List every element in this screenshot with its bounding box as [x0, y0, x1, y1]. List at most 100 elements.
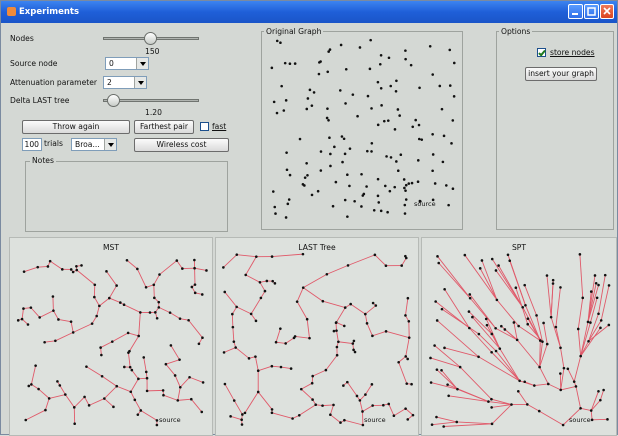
tree-node	[504, 328, 507, 331]
tree-edge	[363, 406, 373, 412]
tree-node	[559, 346, 562, 349]
wireless-cost-button[interactable]: Wireless cost	[134, 138, 229, 152]
store-nodes-checkbox[interactable]	[537, 48, 546, 57]
tree-node	[606, 418, 609, 421]
nodes-slider-thumb[interactable]	[144, 32, 157, 45]
nodes-label: Nodes	[10, 34, 34, 43]
graph-node	[344, 199, 347, 202]
notes-area[interactable]: Notes	[25, 161, 228, 232]
graph-node	[276, 40, 279, 43]
title-bar: Experiments	[1, 1, 617, 23]
tree-node	[43, 341, 46, 344]
close-button[interactable]	[600, 4, 614, 19]
graph-node	[452, 187, 455, 190]
tree-node	[157, 301, 160, 304]
chevron-down-icon[interactable]	[134, 77, 146, 88]
broadcast-value: Broa...	[75, 140, 100, 149]
tree-node	[296, 300, 299, 303]
fast-checkbox[interactable]	[200, 122, 209, 131]
tree-node	[343, 325, 346, 328]
tree-node	[57, 318, 60, 321]
tree-edge	[539, 411, 563, 425]
tree-node	[408, 336, 411, 339]
tree-node	[435, 416, 438, 419]
tree-edge	[40, 311, 54, 318]
tree-node	[491, 258, 494, 261]
tree-edge	[500, 349, 520, 381]
tree-node	[170, 344, 173, 347]
tree-edge	[517, 340, 539, 367]
graph-node	[410, 64, 413, 67]
graph-node	[377, 124, 380, 127]
tree-node	[165, 363, 168, 366]
tree-edge	[389, 404, 394, 416]
graph-node	[441, 108, 444, 111]
tree-edge	[326, 355, 337, 370]
tree-edge	[276, 329, 280, 343]
mst-panel: MST source	[9, 237, 213, 436]
chevron-down-icon[interactable]	[136, 58, 148, 69]
graph-node	[393, 186, 396, 189]
tree-node	[271, 411, 274, 414]
tree-node	[223, 351, 226, 354]
chevron-down-icon[interactable]	[104, 139, 116, 150]
source-node-combo[interactable]: 0	[105, 57, 149, 70]
tree-node	[579, 407, 582, 410]
experiments-window: Experiments Nodes 150 Source node 0 Atte…	[0, 0, 618, 435]
tree-node	[149, 311, 152, 314]
graph-node	[345, 68, 348, 71]
farthest-pair-button[interactable]: Farthest pair	[134, 120, 194, 134]
broadcast-combo[interactable]: Broa...	[71, 138, 117, 151]
tree-node	[563, 367, 566, 370]
tree-node	[406, 418, 409, 421]
tree-edge	[348, 255, 375, 266]
tree-node	[523, 284, 526, 287]
tree-node	[178, 358, 181, 361]
tree-edge	[132, 370, 139, 379]
tree-edge	[55, 332, 73, 340]
graph-node	[377, 81, 380, 84]
window-title: Experiments	[19, 7, 79, 17]
tree-node	[559, 389, 562, 392]
delta-slider-thumb[interactable]	[107, 94, 120, 107]
tree-node	[298, 414, 301, 417]
tree-node	[523, 380, 526, 383]
tree-node	[146, 390, 149, 393]
tree-edge	[154, 285, 155, 298]
nodes-slider[interactable]	[103, 37, 199, 40]
tree-node	[52, 295, 55, 298]
delta-slider[interactable]	[103, 99, 199, 102]
tree-node	[354, 351, 357, 354]
tree-edge	[99, 298, 109, 306]
tree-node	[266, 280, 269, 283]
graph-node	[411, 182, 414, 185]
tree-node	[490, 406, 493, 409]
minimize-button[interactable]	[568, 4, 583, 19]
graph-node	[339, 89, 342, 92]
graph-node	[385, 155, 388, 158]
trials-input[interactable]: 100	[22, 138, 42, 151]
graph-node	[326, 117, 329, 120]
insert-graph-button[interactable]: insert your graph	[525, 67, 597, 81]
graph-node	[451, 119, 454, 122]
tree-edge	[457, 422, 492, 424]
spt-panel: SPT source	[421, 237, 617, 436]
tree-node	[54, 339, 57, 342]
tree-edge	[154, 275, 160, 285]
tree-edge	[338, 342, 352, 344]
throw-again-button[interactable]: Throw again	[22, 120, 130, 134]
tree-edge	[178, 399, 192, 400]
tree-node	[152, 283, 155, 286]
graph-node	[307, 97, 310, 100]
attenuation-combo[interactable]: 2	[103, 76, 147, 89]
graph-node	[387, 119, 390, 122]
last-tree-source-label: source	[364, 416, 386, 424]
graph-node	[438, 85, 441, 88]
tree-edge	[439, 263, 470, 298]
graph-node	[388, 56, 391, 59]
maximize-button[interactable]	[584, 4, 599, 19]
original-source-label: source	[414, 200, 436, 208]
tree-edge	[251, 298, 261, 314]
tree-edge	[236, 348, 249, 359]
tree-edge	[578, 298, 583, 329]
